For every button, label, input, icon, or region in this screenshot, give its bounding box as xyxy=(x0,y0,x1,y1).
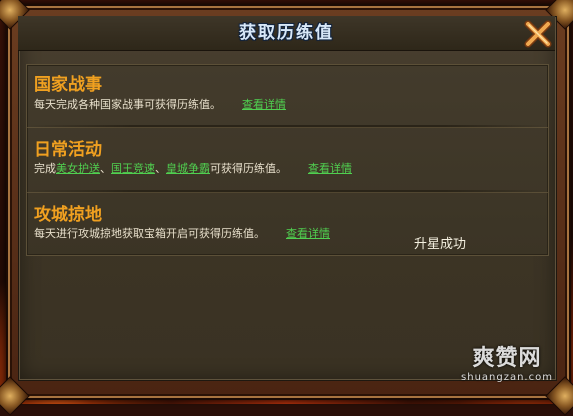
section-title: 攻城掠地 xyxy=(34,205,102,225)
watermark-url: shuangzan.com xyxy=(461,372,553,383)
section-title: 国家战事 xyxy=(34,75,102,95)
separator: 、 xyxy=(100,162,111,175)
king-race-link[interactable]: 国王竞速 xyxy=(111,162,155,175)
imperial-city-battle-link[interactable]: 皇城争霸 xyxy=(166,162,210,175)
section-divider xyxy=(27,190,548,193)
star-up-success-toast: 升星成功 xyxy=(414,237,467,252)
description-text: 每天完成各种国家战事可获得历练值。 xyxy=(34,98,221,111)
site-watermark: 爽赞网 shuangzan.com xyxy=(452,340,562,383)
view-details-link[interactable]: 查看详情 xyxy=(308,162,352,175)
close-x-icon xyxy=(524,20,552,48)
description-text: 每天进行攻城掠地获取宝箱开启可获得历练值。 xyxy=(34,227,265,240)
watermark-brand: 爽赞网 xyxy=(472,346,542,371)
escort-beauty-link[interactable]: 美女护送 xyxy=(56,162,100,175)
description-suffix: 可获得历练值。 xyxy=(210,162,287,175)
content-area: 国家战事 每天完成各种国家战事可获得历练值。 查看详情 日常活动 完成美女护送、… xyxy=(26,64,549,256)
section-description: 每天完成各种国家战事可获得历练值。 查看详情 xyxy=(34,96,286,112)
section-description: 每天进行攻城掠地获取宝箱开启可获得历练值。 查看详情 xyxy=(34,225,330,241)
view-details-link[interactable]: 查看详情 xyxy=(286,227,330,240)
section-title: 日常活动 xyxy=(34,140,102,160)
dialog-title: 获取历练值 xyxy=(239,23,334,43)
section-divider xyxy=(27,125,548,128)
section-description: 完成美女护送、国王竞速、皇城争霸可获得历练值。 查看详情 xyxy=(34,160,352,176)
description-prefix: 完成 xyxy=(34,162,56,175)
view-details-link[interactable]: 查看详情 xyxy=(242,98,286,111)
close-button[interactable] xyxy=(522,18,554,50)
separator: 、 xyxy=(155,162,166,175)
